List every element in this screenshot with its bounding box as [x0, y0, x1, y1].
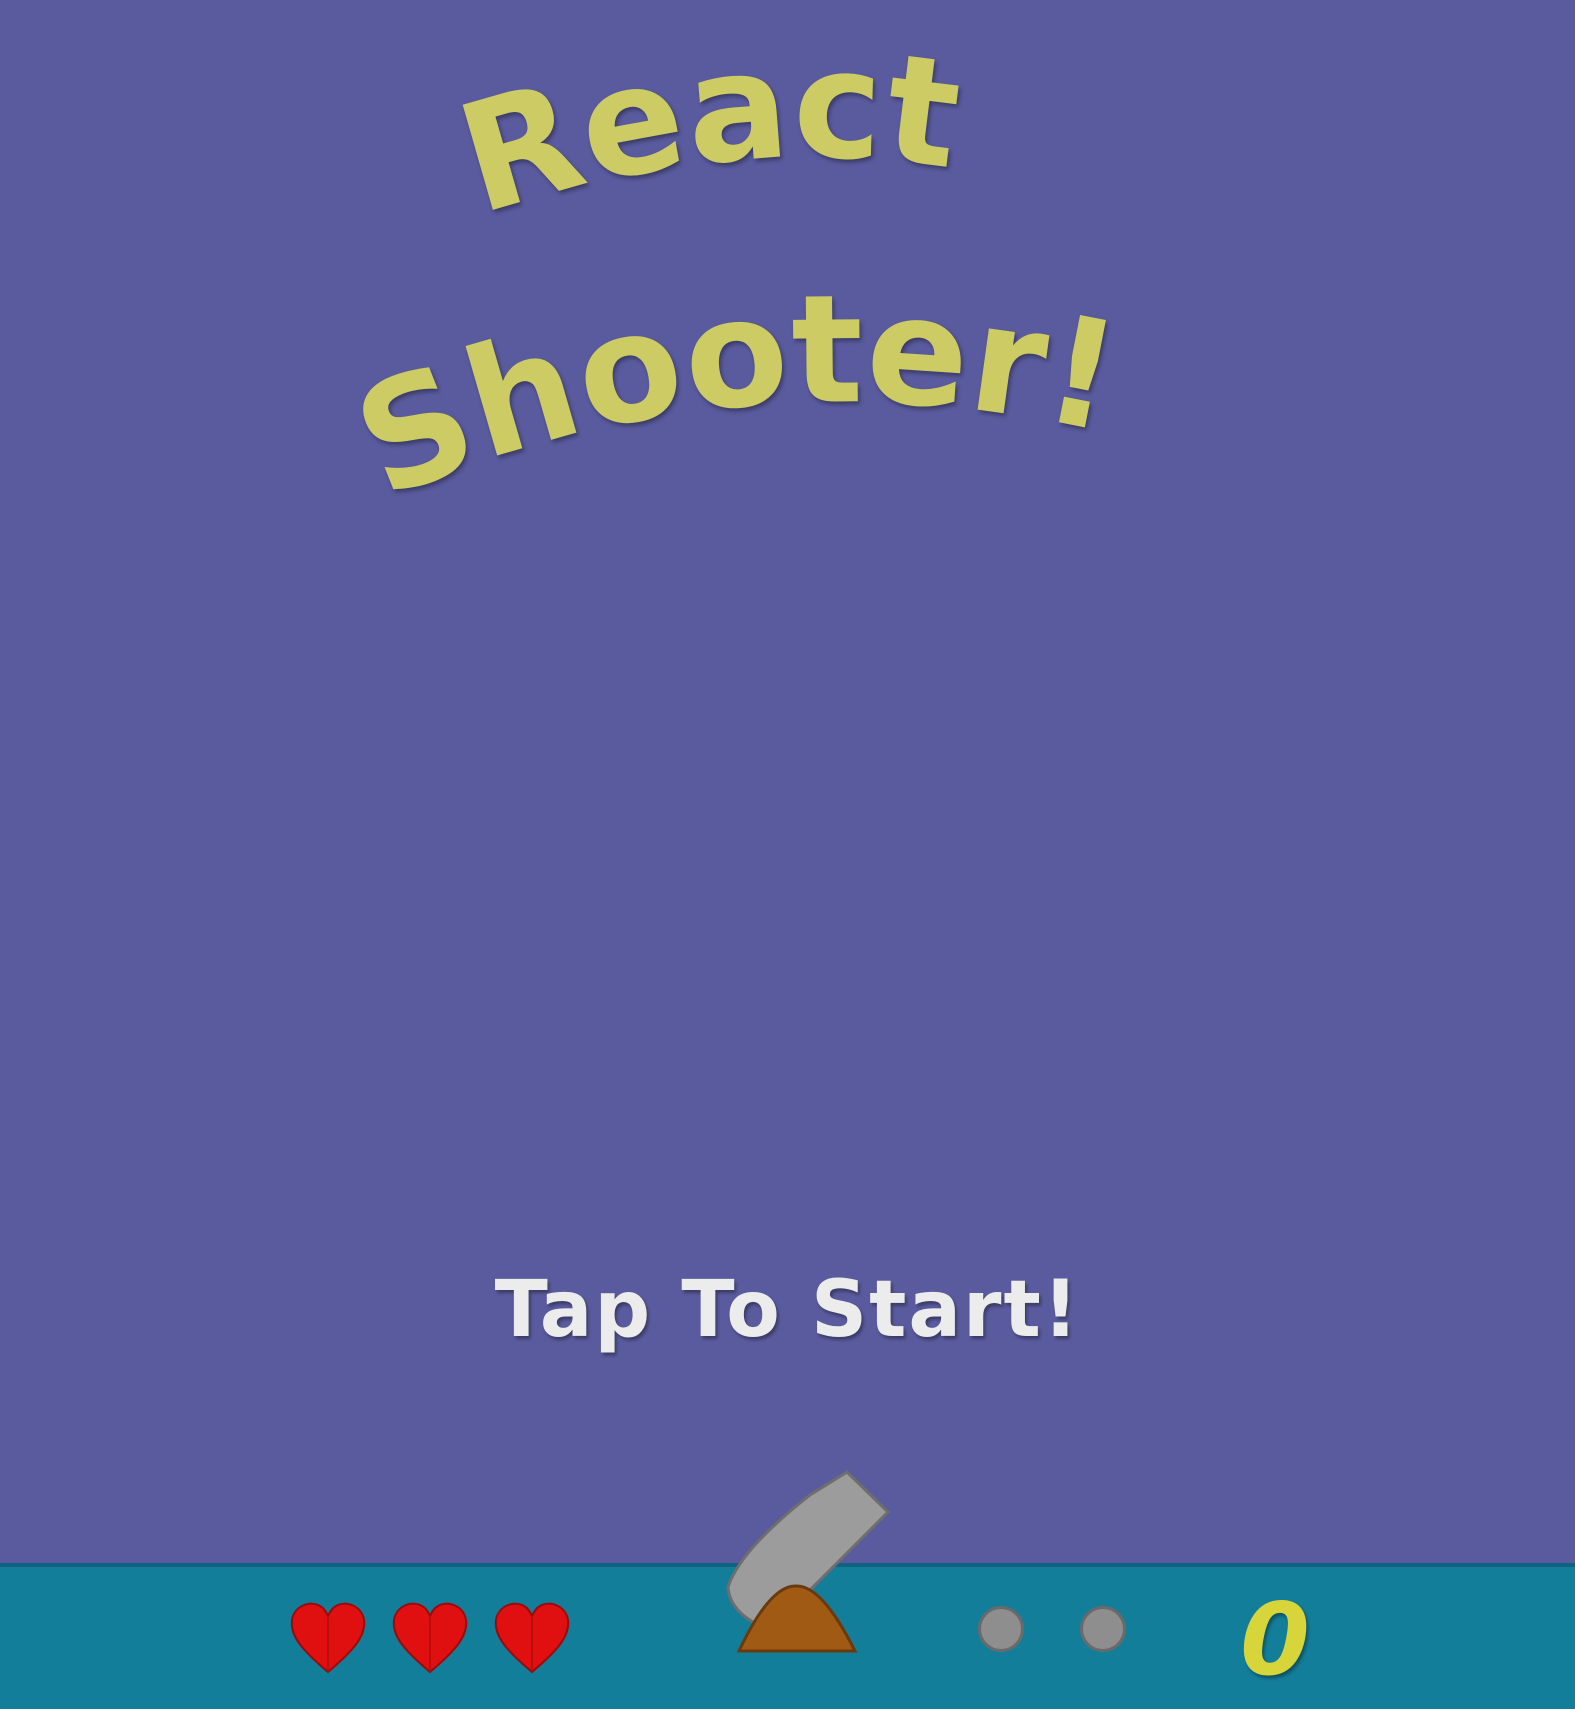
- game-stage[interactable]: React Shooter! Tap To Start! 0: [0, 0, 1575, 1709]
- heart-icon: [392, 1602, 468, 1674]
- cannonball-icon: [1080, 1606, 1126, 1652]
- score-counter: 0: [1240, 1581, 1310, 1698]
- title-line-2: Shooter!: [334, 263, 1132, 532]
- cannon-icon: [726, 1470, 891, 1653]
- heart-icon: [290, 1602, 366, 1674]
- heart-icon: [494, 1602, 570, 1674]
- title-line-1: React: [442, 18, 969, 248]
- game-title: React Shooter!: [334, 18, 1132, 532]
- tap-to-start-prompt[interactable]: Tap To Start!: [0, 1265, 1575, 1355]
- cannonball-icon: [978, 1606, 1024, 1652]
